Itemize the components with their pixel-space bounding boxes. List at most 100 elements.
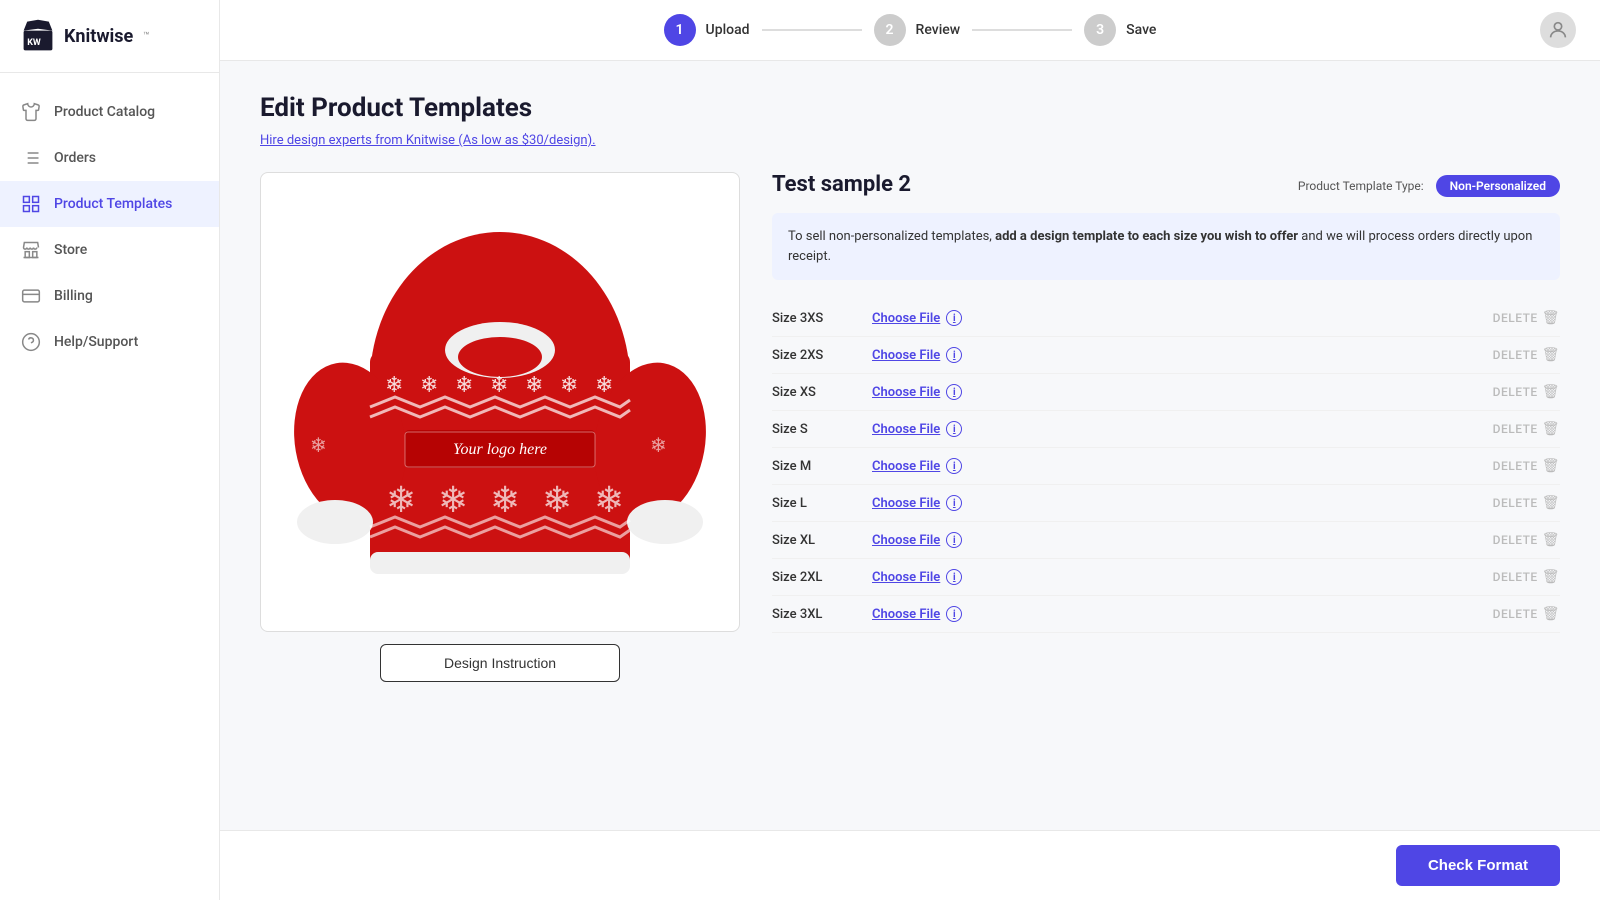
bottom-bar: Check Format — [220, 830, 1600, 900]
sidebar-item-label: Billing — [54, 288, 93, 304]
step-1-label: Upload — [706, 22, 750, 38]
info-icon-0[interactable]: i — [946, 310, 962, 326]
choose-file-link-8[interactable]: Choose File i — [872, 606, 962, 622]
choose-file-link-2[interactable]: Choose File i — [872, 384, 962, 400]
delete-button-2[interactable]: DELETE 🗑 — [1493, 384, 1560, 400]
trash-icon-7: 🗑 — [1542, 569, 1560, 585]
svg-text:❄: ❄ — [490, 480, 520, 520]
delete-button-8[interactable]: DELETE 🗑 — [1493, 606, 1560, 622]
info-text-prefix: To sell non-personalized templates, — [788, 229, 992, 244]
main-content: 1 Upload 2 Review 3 Save E — [220, 0, 1600, 900]
logo-tm: ™ — [143, 31, 149, 42]
help-icon — [20, 331, 42, 353]
sidebar-item-help-support[interactable]: Help/Support — [0, 319, 219, 365]
svg-text:❄: ❄ — [525, 372, 543, 397]
user-avatar[interactable] — [1540, 12, 1576, 48]
step-3-circle: 3 — [1084, 14, 1116, 46]
size-label: Size L — [772, 496, 872, 511]
trash-icon-1: 🗑 — [1542, 347, 1560, 363]
step-2-label: Review — [916, 22, 961, 38]
size-label: Size 2XL — [772, 570, 872, 585]
choose-file-link-4[interactable]: Choose File i — [872, 458, 962, 474]
sidebar-item-orders[interactable]: Orders — [0, 135, 219, 181]
choose-file-link-0[interactable]: Choose File i — [872, 310, 962, 326]
right-panel: Test sample 2 Product Template Type: Non… — [772, 172, 1560, 633]
step-line-2 — [972, 29, 1072, 31]
trash-icon-6: 🗑 — [1542, 532, 1560, 548]
trash-icon-2: 🗑 — [1542, 384, 1560, 400]
check-format-button[interactable]: Check Format — [1396, 845, 1560, 886]
info-icon-3[interactable]: i — [946, 421, 962, 437]
info-icon-8[interactable]: i — [946, 606, 962, 622]
svg-text:❄: ❄ — [386, 480, 416, 520]
size-row: Size S Choose File i DELETE 🗑 — [772, 411, 1560, 448]
choose-file-link-1[interactable]: Choose File i — [872, 347, 962, 363]
sidebar-item-product-templates[interactable]: Product Templates — [0, 181, 219, 227]
step-1: 1 Upload — [664, 14, 750, 46]
trash-icon-4: 🗑 — [1542, 458, 1560, 474]
delete-button-0[interactable]: DELETE 🗑 — [1493, 310, 1560, 326]
delete-button-7[interactable]: DELETE 🗑 — [1493, 569, 1560, 585]
trash-icon-0: 🗑 — [1542, 310, 1560, 326]
template-type-badge: Non-Personalized — [1436, 175, 1560, 197]
sidebar-item-label: Orders — [54, 150, 96, 166]
size-row: Size 2XS Choose File i DELETE 🗑 — [772, 337, 1560, 374]
template-type-label: Product Template Type: — [1298, 179, 1424, 193]
svg-text:❄: ❄ — [420, 372, 438, 397]
step-2-circle: 2 — [874, 14, 906, 46]
sweater-preview: ❄ ❄ ❄ ❄ ❄ ❄ ❄ — [290, 182, 710, 622]
info-icon-6[interactable]: i — [946, 532, 962, 548]
sidebar-item-label: Product Catalog — [54, 104, 155, 120]
sidebar-item-product-catalog[interactable]: Product Catalog — [0, 89, 219, 135]
step-line-1 — [762, 29, 862, 31]
delete-button-4[interactable]: DELETE 🗑 — [1493, 458, 1560, 474]
info-icon-1[interactable]: i — [946, 347, 962, 363]
delete-button-6[interactable]: DELETE 🗑 — [1493, 532, 1560, 548]
design-instruction-button[interactable]: Design Instruction — [380, 644, 620, 682]
info-icon-4[interactable]: i — [946, 458, 962, 474]
size-row: Size XL Choose File i DELETE 🗑 — [772, 522, 1560, 559]
choose-file-link-7[interactable]: Choose File i — [872, 569, 962, 585]
choose-file-link-6[interactable]: Choose File i — [872, 532, 962, 548]
logo-text: Knitwise — [64, 26, 133, 47]
sidebar-item-store[interactable]: Store — [0, 227, 219, 273]
hire-experts-link[interactable]: Hire design experts from Knitwise (As lo… — [260, 133, 596, 148]
svg-text:KW: KW — [27, 38, 41, 48]
stepper: 1 Upload 2 Review 3 Save — [664, 14, 1157, 46]
delete-button-1[interactable]: DELETE 🗑 — [1493, 347, 1560, 363]
info-icon-5[interactable]: i — [946, 495, 962, 511]
product-name: Test sample 2 — [772, 172, 911, 197]
info-icon-7[interactable]: i — [946, 569, 962, 585]
billing-icon — [20, 285, 42, 307]
size-row: Size L Choose File i DELETE 🗑 — [772, 485, 1560, 522]
svg-text:❄: ❄ — [560, 372, 578, 397]
sidebar-item-label: Help/Support — [54, 334, 138, 350]
svg-text:❄: ❄ — [542, 480, 572, 520]
size-label: Size S — [772, 422, 872, 437]
sidebar: KW Knitwise ™ Product Catalog Orders Pro… — [0, 0, 220, 900]
list-icon — [20, 147, 42, 169]
size-row: Size XS Choose File i DELETE 🗑 — [772, 374, 1560, 411]
delete-button-3[interactable]: DELETE 🗑 — [1493, 421, 1560, 437]
step-3-label: Save — [1126, 22, 1156, 38]
top-header: 1 Upload 2 Review 3 Save — [220, 0, 1600, 61]
choose-file-link-3[interactable]: Choose File i — [872, 421, 962, 437]
info-icon-2[interactable]: i — [946, 384, 962, 400]
choose-file-link-5[interactable]: Choose File i — [872, 495, 962, 511]
delete-button-5[interactable]: DELETE 🗑 — [1493, 495, 1560, 511]
sidebar-item-label: Product Templates — [54, 196, 172, 212]
content-grid: ❄ ❄ ❄ ❄ ❄ ❄ ❄ — [260, 172, 1560, 682]
svg-text:❄: ❄ — [438, 480, 468, 520]
product-header: Test sample 2 Product Template Type: Non… — [772, 172, 1560, 197]
size-row: Size 3XL Choose File i DELETE 🗑 — [772, 596, 1560, 633]
svg-text:❄: ❄ — [650, 435, 667, 457]
svg-text:❄: ❄ — [594, 480, 624, 520]
size-label: Size XS — [772, 385, 872, 400]
svg-text:❄: ❄ — [455, 372, 473, 397]
size-label: Size 3XS — [772, 311, 872, 326]
template-type-section: Product Template Type: Non-Personalized — [1298, 175, 1560, 194]
template-icon — [20, 193, 42, 215]
trash-icon-8: 🗑 — [1542, 606, 1560, 622]
info-text-bold: add a design template to each size you w… — [995, 229, 1298, 244]
sidebar-item-billing[interactable]: Billing — [0, 273, 219, 319]
